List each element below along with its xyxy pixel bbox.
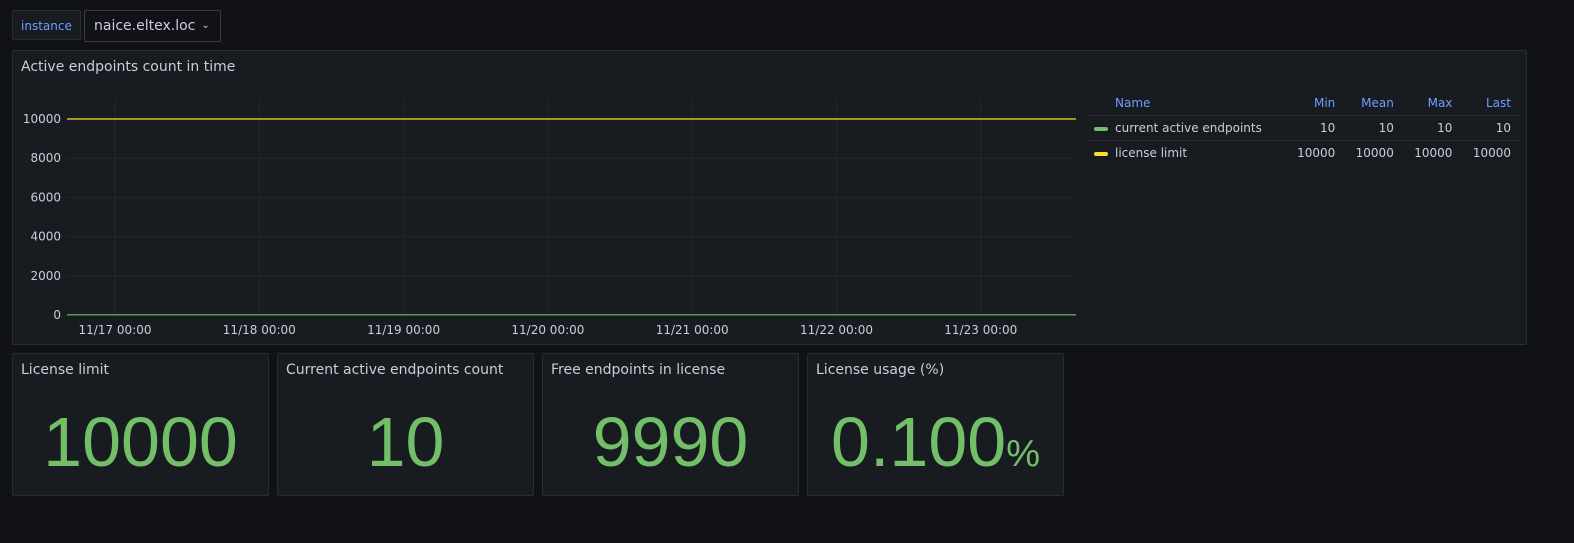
- instance-variable-value: naice.eltex.loc: [94, 18, 196, 34]
- legend-last: 10: [1460, 115, 1519, 141]
- panel-title: License usage (%): [816, 362, 945, 378]
- panel-title: License limit: [21, 362, 110, 378]
- legend-series-label: license limit: [1115, 146, 1188, 160]
- stat-value: 10000: [43, 403, 238, 481]
- stat-value: 10: [366, 403, 445, 481]
- x-tick-label: 11/19 00:00: [367, 323, 440, 337]
- x-tick-label: 11/21 00:00: [656, 323, 729, 337]
- legend-max: 10000: [1401, 140, 1461, 165]
- instance-variable-select[interactable]: naice.eltex.loc ⌄: [84, 10, 221, 42]
- legend-header-mean[interactable]: Mean: [1343, 91, 1402, 116]
- current-endpoints-stat-panel: Current active endpoints count 10: [277, 353, 534, 496]
- legend-series-label: current active endpoints: [1115, 121, 1262, 135]
- legend-min: 10000: [1284, 140, 1344, 165]
- chart-legend: Name Min Mean Max Last current active en…: [1086, 91, 1519, 165]
- stat-value: 9990: [592, 403, 749, 481]
- legend-mean: 10: [1343, 115, 1402, 141]
- x-tick-label: 11/20 00:00: [511, 323, 584, 337]
- series-color-swatch: [1094, 126, 1108, 131]
- chevron-down-icon: ⌄: [201, 20, 210, 31]
- license-limit-stat-panel: License limit 10000: [12, 353, 269, 496]
- y-tick-label: 4000: [30, 230, 61, 244]
- legend-last: 10000: [1460, 140, 1519, 165]
- x-tick-label: 11/23 00:00: [944, 323, 1017, 337]
- x-tick-label: 11/17 00:00: [79, 323, 152, 337]
- y-tick-label: 6000: [30, 190, 61, 204]
- x-tick-label: 11/18 00:00: [223, 323, 296, 337]
- legend-series-name[interactable]: current active endpoints: [1086, 115, 1285, 141]
- legend-min: 10: [1284, 115, 1344, 141]
- y-tick-label: 0: [53, 308, 61, 322]
- timeseries-chart: 0 2000 4000 6000 8000 10000 11/17 00:00 11/18 0…: [23, 99, 1076, 337]
- instance-variable-label: instance: [12, 10, 81, 40]
- license-usage-stat-panel: License usage (%) 0.100%: [807, 353, 1064, 496]
- legend-row[interactable]: current active endpoints 10 10 10 10: [1086, 115, 1519, 141]
- panel-title: Current active endpoints count: [286, 362, 504, 378]
- legend-header-max[interactable]: Max: [1402, 91, 1461, 116]
- panel-title: Free endpoints in license: [551, 362, 726, 378]
- legend-row[interactable]: license limit 10000 10000 10000 10000: [1086, 140, 1519, 165]
- legend-header-name[interactable]: Name: [1086, 91, 1285, 116]
- legend-max: 10: [1401, 115, 1461, 141]
- series-color-swatch: [1094, 151, 1108, 156]
- stat-value: 0.100%: [831, 403, 1040, 481]
- active-endpoints-timeseries-panel: Active endpoints count in time 0 2000 4000…: [12, 50, 1527, 345]
- legend-series-name[interactable]: license limit: [1086, 140, 1285, 165]
- legend-header-last[interactable]: Last: [1460, 91, 1519, 116]
- x-tick-label: 11/22 00:00: [800, 323, 873, 337]
- legend-header-min[interactable]: Min: [1285, 91, 1344, 116]
- legend-mean: 10000: [1343, 140, 1402, 165]
- free-endpoints-stat-panel: Free endpoints in license 9990: [542, 353, 799, 496]
- y-tick-label: 8000: [30, 151, 61, 165]
- y-tick-label: 10000: [23, 112, 61, 126]
- y-tick-label: 2000: [30, 269, 61, 283]
